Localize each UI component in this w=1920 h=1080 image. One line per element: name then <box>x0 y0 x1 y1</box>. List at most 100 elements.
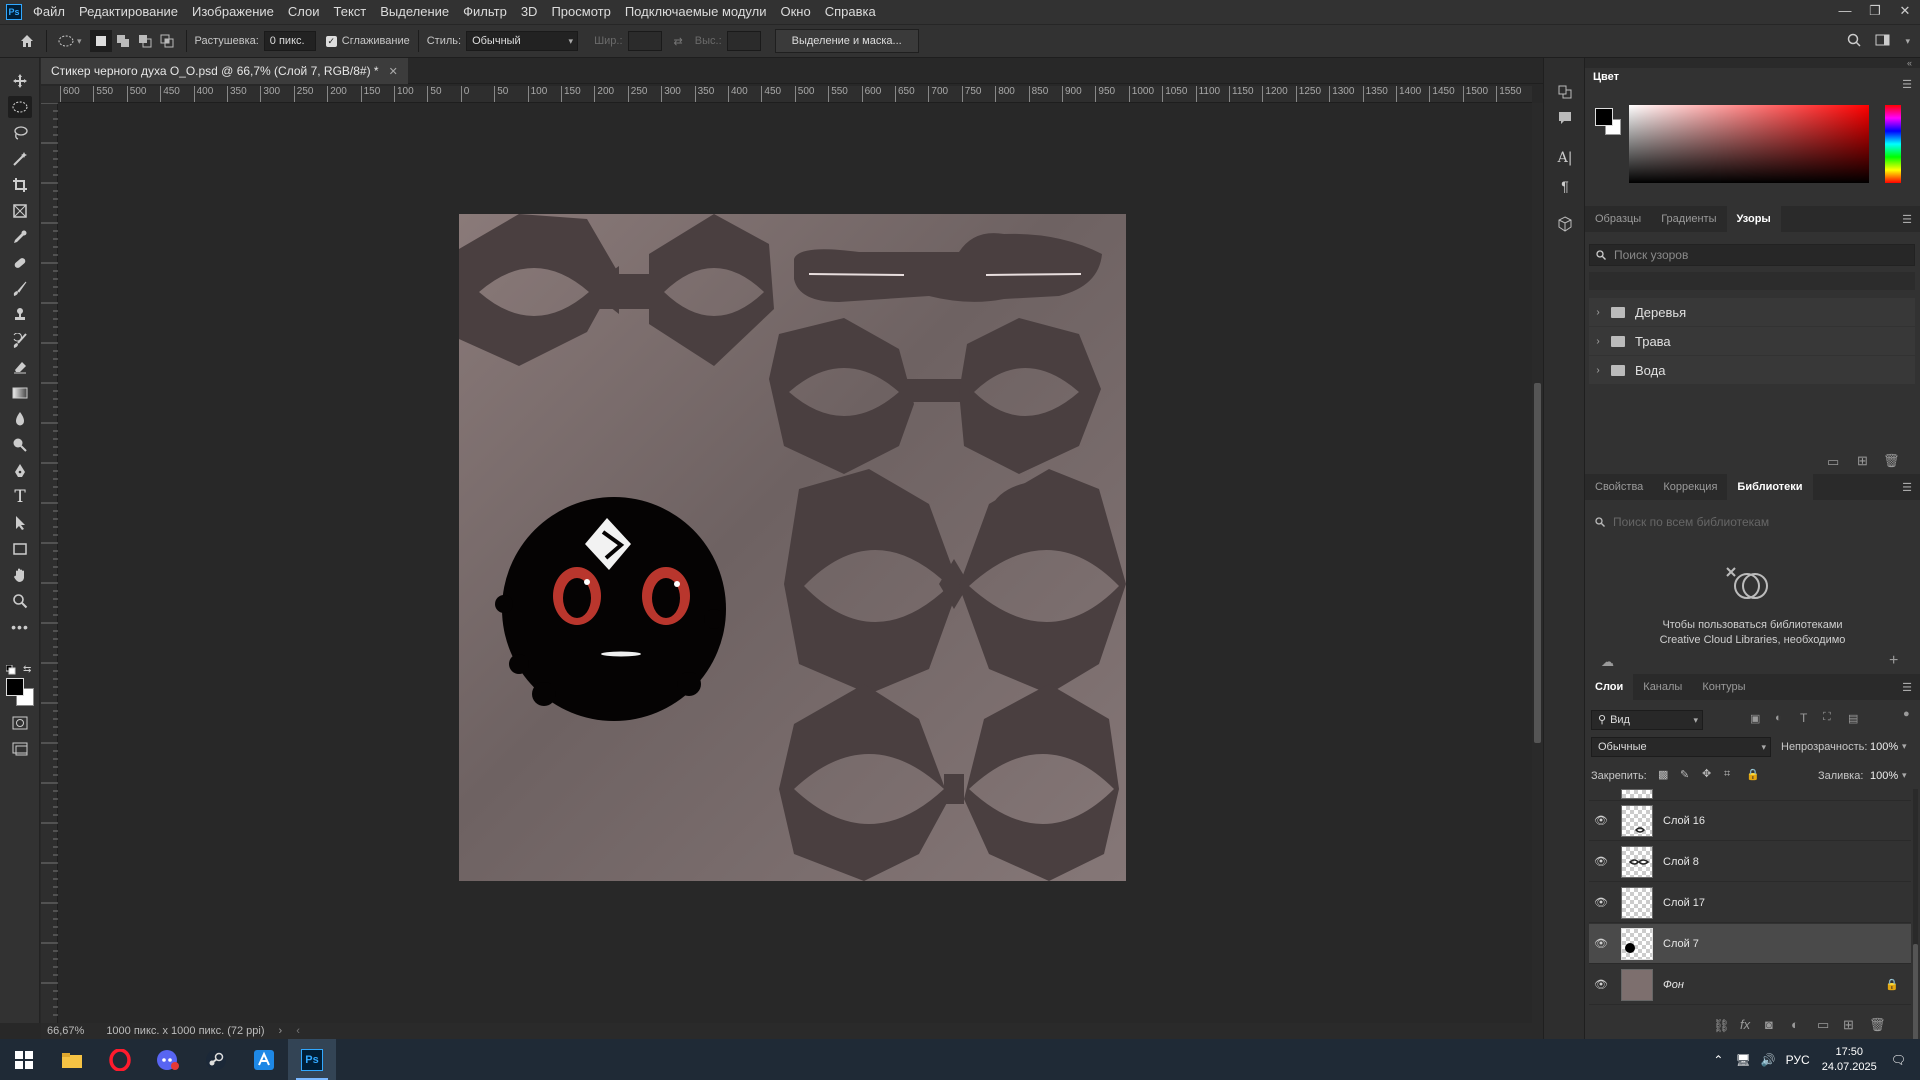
document-canvas[interactable] <box>459 214 1126 881</box>
close-window-button[interactable]: ✕ <box>1890 0 1920 22</box>
zoom-level[interactable]: 66,67% <box>47 1025 84 1037</box>
brush-tool-icon[interactable] <box>8 278 32 300</box>
blend-mode-select[interactable]: Обычные ▾ <box>1591 737 1771 757</box>
path-selection-tool-icon[interactable] <box>8 512 32 534</box>
menu-item[interactable]: Просмотр <box>544 0 617 24</box>
lock-artboard-icon[interactable]: ⌗ <box>1724 768 1730 781</box>
panel-menu-icon[interactable]: ☰ <box>1902 481 1912 494</box>
height-input[interactable] <box>726 31 761 51</box>
feather-input[interactable]: 0 пикс. <box>263 31 316 51</box>
home-icon[interactable] <box>16 30 38 52</box>
more-tools-icon[interactable]: ••• <box>8 616 32 638</box>
swap-icon[interactable]: ⇄ <box>674 35 683 48</box>
pattern-folder-grass[interactable]: › Трава <box>1589 327 1915 355</box>
restore-button[interactable]: ❐ <box>1860 0 1890 22</box>
new-group-icon[interactable]: ▭ <box>1817 1017 1829 1033</box>
visibility-eye-icon[interactable]: 👁 <box>1589 814 1613 827</box>
style-select[interactable]: Обычный ▾ <box>466 31 579 51</box>
volume-icon[interactable]: 🔊 <box>1761 1053 1776 1067</box>
add-to-selection-icon[interactable] <box>112 30 134 52</box>
eyedropper-tool-icon[interactable] <box>8 226 32 248</box>
workspace-switcher-icon[interactable] <box>1875 33 1891 50</box>
visibility-eye-icon[interactable]: 👁 <box>1589 855 1613 868</box>
chevron-down-icon[interactable]: ▾ <box>1905 36 1910 47</box>
fill-input[interactable]: 100% <box>1870 770 1898 782</box>
menu-item[interactable]: Справка <box>818 0 883 24</box>
new-selection-icon[interactable] <box>89 30 112 52</box>
menu-item[interactable]: 3D <box>514 0 545 24</box>
add-mask-icon[interactable]: ◙ <box>1765 1017 1773 1032</box>
layer-row-partial[interactable] <box>1589 789 1911 801</box>
elliptical-marquee-preset-icon[interactable] <box>55 30 77 52</box>
menu-item[interactable]: Изображение <box>185 0 281 24</box>
panel-menu-icon[interactable]: ☰ <box>1902 681 1912 694</box>
language-indicator[interactable]: РУС <box>1786 1053 1810 1067</box>
opera-taskbar-button[interactable] <box>96 1039 144 1080</box>
chevron-left-icon[interactable]: ‹ <box>296 1025 300 1037</box>
type-tool-icon[interactable]: T <box>8 486 32 508</box>
menu-item[interactable]: Слои <box>281 0 327 24</box>
filter-toggle-icon[interactable]: ● <box>1903 708 1910 720</box>
menu-item[interactable]: Редактирование <box>72 0 185 24</box>
cloud-sync-icon[interactable]: ☁ <box>1601 654 1614 670</box>
layer-row-16[interactable]: 👁 Слой 16 <box>1589 801 1911 841</box>
add-icon[interactable]: + <box>1889 652 1898 670</box>
new-pattern-icon[interactable]: ⊞ <box>1857 453 1868 469</box>
hue-slider[interactable] <box>1885 105 1901 183</box>
screen-mode-icon[interactable] <box>8 738 32 760</box>
history-brush-tool-icon[interactable] <box>8 330 32 352</box>
filter-type-layers-icon[interactable]: T <box>1800 711 1807 725</box>
quick-mask-icon[interactable] <box>8 712 32 734</box>
tab-paths[interactable]: Контуры <box>1692 674 1755 700</box>
magic-wand-tool-icon[interactable] <box>8 148 32 170</box>
intersect-selection-icon[interactable] <box>156 30 178 52</box>
panel-menu-icon[interactable]: ☰ <box>1902 213 1912 226</box>
select-and-mask-button[interactable]: Выделение и маска... <box>774 29 919 53</box>
tab-adjustments[interactable]: Коррекция <box>1653 474 1727 500</box>
link-layers-icon[interactable]: ⛓ <box>1713 1018 1730 1034</box>
lock-all-icon[interactable]: 🔒 <box>1746 768 1760 781</box>
collapse-panels-icon[interactable]: « <box>1907 58 1912 68</box>
chevron-down-icon[interactable]: ▾ <box>1902 770 1907 781</box>
steam-taskbar-button[interactable] <box>192 1039 240 1080</box>
layer-filter-select[interactable]: ⚲ Вид ▾ <box>1591 710 1703 730</box>
healing-brush-tool-icon[interactable] <box>8 252 32 274</box>
subtract-from-selection-icon[interactable] <box>134 30 156 52</box>
menu-item[interactable]: Файл <box>26 0 72 24</box>
delete-layer-icon[interactable]: 🗑 <box>1869 1017 1886 1033</box>
clone-stamp-tool-icon[interactable] <box>8 304 32 326</box>
blur-tool-icon[interactable] <box>8 408 32 430</box>
swap-colors-icon[interactable]: ⇆ <box>23 664 31 675</box>
network-icon[interactable]: 🖥 <box>1735 1053 1750 1067</box>
3d-panel-icon[interactable] <box>1555 214 1575 234</box>
chevron-down-icon[interactable]: ▾ <box>77 36 82 47</box>
layer-style-fx-icon[interactable]: fx <box>1740 1017 1750 1032</box>
photoshop-logo-icon[interactable]: Ps <box>6 4 22 20</box>
gradient-tool-icon[interactable] <box>8 382 32 404</box>
libraries-search-input[interactable]: Поиск по всем библиотекам <box>1589 512 1915 534</box>
panel-menu-icon[interactable]: ☰ <box>1902 78 1912 91</box>
document-tab[interactable]: Стикер черного духа O_O.psd @ 66,7% (Сло… <box>41 58 408 84</box>
menu-item[interactable]: Текст <box>327 0 374 24</box>
paragraph-panel-icon[interactable]: ¶ <box>1555 176 1575 196</box>
patterns-search-input[interactable]: Поиск узоров <box>1589 244 1915 266</box>
menu-item[interactable]: Подключаемые модули <box>618 0 774 24</box>
antialias-checkbox[interactable]: ✓ Сглаживание <box>325 35 410 47</box>
discord-taskbar-button[interactable] <box>144 1039 192 1080</box>
rectangle-tool-icon[interactable] <box>8 538 32 560</box>
lock-transparent-pixels-icon[interactable]: ▩ <box>1658 768 1668 781</box>
search-icon[interactable] <box>1847 33 1861 50</box>
photoshop-taskbar-button[interactable]: Ps <box>288 1039 336 1080</box>
eraser-tool-icon[interactable] <box>8 356 32 378</box>
start-button[interactable] <box>0 1039 48 1080</box>
character-panel-icon[interactable]: A| <box>1555 148 1575 168</box>
history-panel-icon[interactable] <box>1555 82 1575 102</box>
hand-tool-icon[interactable] <box>8 564 32 586</box>
tab-libraries[interactable]: Библиотеки <box>1727 474 1813 500</box>
lasso-tool-icon[interactable] <box>8 122 32 144</box>
elliptical-marquee-tool-icon[interactable] <box>8 96 32 118</box>
tab-swatches[interactable]: Образцы <box>1585 206 1651 232</box>
foreground-color-swatch[interactable] <box>1595 108 1613 126</box>
new-group-icon[interactable]: ▭ <box>1827 454 1839 470</box>
filter-pixel-layers-icon[interactable]: ▣ <box>1750 712 1760 725</box>
